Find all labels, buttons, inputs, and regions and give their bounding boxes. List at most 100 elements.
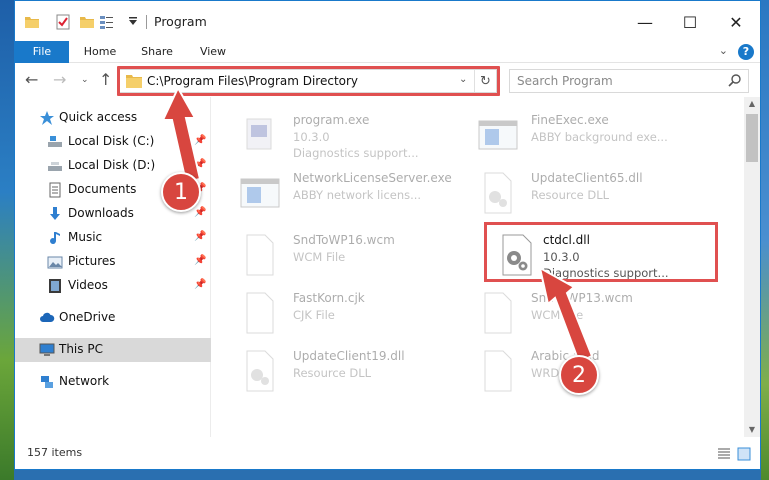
- tab-file[interactable]: File: [15, 41, 69, 63]
- sidebar-item-label: OneDrive: [59, 310, 116, 324]
- expand-ribbon-chevron-icon[interactable]: ⌄: [719, 44, 728, 57]
- sidebar-item-label: Music: [68, 230, 103, 244]
- navigation-pane: Quick access Local Disk (C:) 📌 Local Dis…: [15, 97, 211, 437]
- file-detail: Resource DLL: [293, 366, 372, 380]
- sidebar-item-label: Local Disk (C:): [68, 134, 155, 148]
- file-detail: WCM File: [293, 250, 346, 264]
- address-highlight-box: [117, 66, 500, 96]
- pin-icon[interactable]: 📌: [194, 231, 206, 242]
- desktop-background-left: [0, 0, 14, 480]
- dll-icon: [246, 350, 274, 392]
- file-icon: [246, 234, 274, 276]
- file-icon: [246, 292, 274, 334]
- up-arrow-icon[interactable]: ↑: [99, 70, 112, 89]
- music-icon: [50, 232, 60, 245]
- star-icon: [40, 111, 54, 125]
- sidebar-item-music[interactable]: Music 📌: [15, 226, 211, 250]
- pictures-icon: [47, 256, 63, 269]
- new-folder-icon[interactable]: [79, 14, 95, 30]
- file-detail: 10.3.0: [293, 130, 330, 144]
- dll-icon: [484, 172, 512, 214]
- file-item[interactable]: FastKorn.cjk CJK File: [211, 283, 441, 339]
- navigation-bar: ← → ⌄ ↑ C:\Program Files\Program Directo…: [15, 63, 760, 97]
- file-detail: ABBY background exe...: [531, 130, 668, 144]
- sidebar-item-label: Local Disk (D:): [68, 158, 156, 172]
- scroll-thumb[interactable]: [746, 114, 758, 162]
- file-item[interactable]: program.exe 10.3.0 Diagnostics support..…: [211, 105, 441, 161]
- file-name: UpdateClient19.dll: [293, 349, 405, 363]
- sidebar-item-label: Quick access: [59, 110, 138, 124]
- computer-icon: [39, 343, 55, 356]
- sidebar-item-local-disk-c[interactable]: Local Disk (C:) 📌: [15, 130, 211, 154]
- sidebar-item-videos[interactable]: Videos 📌: [15, 274, 211, 298]
- customize-toolbar-chevron-icon[interactable]: [128, 16, 138, 26]
- tab-share[interactable]: Share: [131, 41, 183, 63]
- file-name: SndToWP16.wcm: [293, 233, 395, 247]
- file-item[interactable]: SndToWP13.wcm WCM File: [449, 283, 679, 339]
- file-name: FastKorn.cjk: [293, 291, 365, 305]
- large-icons-view-icon[interactable]: [737, 447, 751, 461]
- scroll-up-arrow-icon[interactable]: ▲: [744, 97, 760, 111]
- document-icon: [49, 182, 61, 198]
- sidebar-item-onedrive[interactable]: OneDrive: [15, 306, 211, 330]
- file-detail: ABBY network licens...: [293, 188, 422, 202]
- exe-icon: [246, 118, 272, 150]
- sidebar-item-label: Network: [59, 374, 110, 388]
- sidebar-item-label: Downloads: [68, 206, 134, 220]
- pin-icon[interactable]: 📌: [194, 207, 206, 218]
- file-icon: [484, 350, 512, 392]
- forward-arrow-icon[interactable]: →: [53, 70, 66, 89]
- recent-locations-chevron-icon[interactable]: ⌄: [81, 75, 89, 85]
- video-icon: [49, 279, 61, 293]
- network-icon: [41, 376, 53, 388]
- pin-icon[interactable]: 📌: [194, 255, 206, 266]
- file-item[interactable]: UpdateClient19.dll Resource DLL: [211, 341, 441, 397]
- folder-icon[interactable]: [24, 14, 40, 30]
- desktop-background-right: [761, 0, 769, 480]
- title-separator: [146, 15, 147, 29]
- pin-icon[interactable]: 📌: [194, 279, 206, 290]
- item-count: 157 items: [27, 446, 83, 459]
- file-item[interactable]: UpdateClient65.dll Resource DLL: [449, 163, 679, 219]
- file-item[interactable]: FineExec.exe ABBY background exe...: [449, 105, 679, 161]
- view-options-icon[interactable]: [99, 14, 115, 30]
- vertical-scrollbar[interactable]: ▲ ▼: [744, 97, 760, 437]
- window-title: Program: [154, 14, 207, 29]
- back-arrow-icon[interactable]: ←: [25, 70, 38, 89]
- sidebar-item-network[interactable]: Network: [15, 370, 211, 394]
- details-view-icon[interactable]: [717, 447, 731, 461]
- close-button[interactable]: ✕: [714, 9, 758, 35]
- title-bar: Program — ☐ ✕: [15, 1, 760, 41]
- status-bar: 157 items: [15, 437, 760, 469]
- file-item[interactable]: NetworkLicenseServer.exe ABBY network li…: [211, 163, 452, 219]
- callout-badge-1: 1: [161, 172, 201, 212]
- pin-icon[interactable]: 📌: [194, 159, 206, 170]
- sidebar-item-pictures[interactable]: Pictures 📌: [15, 250, 211, 274]
- tab-view[interactable]: View: [189, 41, 237, 63]
- minimize-button[interactable]: —: [623, 9, 667, 35]
- file-highlight-box: [484, 222, 718, 282]
- file-name: program.exe: [293, 113, 370, 127]
- file-name: SndToWP13.wcm: [531, 291, 633, 305]
- search-input[interactable]: Search Program: [509, 69, 749, 93]
- scroll-down-arrow-icon[interactable]: ▼: [744, 423, 760, 437]
- search-icon[interactable]: [728, 73, 742, 87]
- sidebar-item-quick-access[interactable]: Quick access: [15, 106, 211, 130]
- sidebar-item-label: Documents: [68, 182, 137, 196]
- properties-icon[interactable]: [55, 14, 71, 30]
- file-description: Diagnostics support...: [293, 146, 419, 160]
- drive-icon: [48, 136, 62, 147]
- file-item[interactable]: SndToWP16.wcm WCM File: [211, 225, 441, 281]
- tab-home[interactable]: Home: [75, 41, 125, 63]
- maximize-button[interactable]: ☐: [668, 9, 712, 35]
- sidebar-item-label: Videos: [68, 278, 108, 292]
- help-icon[interactable]: ?: [738, 44, 754, 60]
- sidebar-item-this-pc[interactable]: This PC: [15, 338, 211, 362]
- window-icon: [240, 178, 280, 208]
- pin-icon[interactable]: 📌: [194, 135, 206, 146]
- file-detail: CJK File: [293, 308, 335, 322]
- window-icon: [478, 120, 518, 150]
- file-name: UpdateClient65.dll: [531, 171, 643, 185]
- file-icon: [484, 292, 512, 334]
- file-name: NetworkLicenseServer.exe: [293, 171, 452, 185]
